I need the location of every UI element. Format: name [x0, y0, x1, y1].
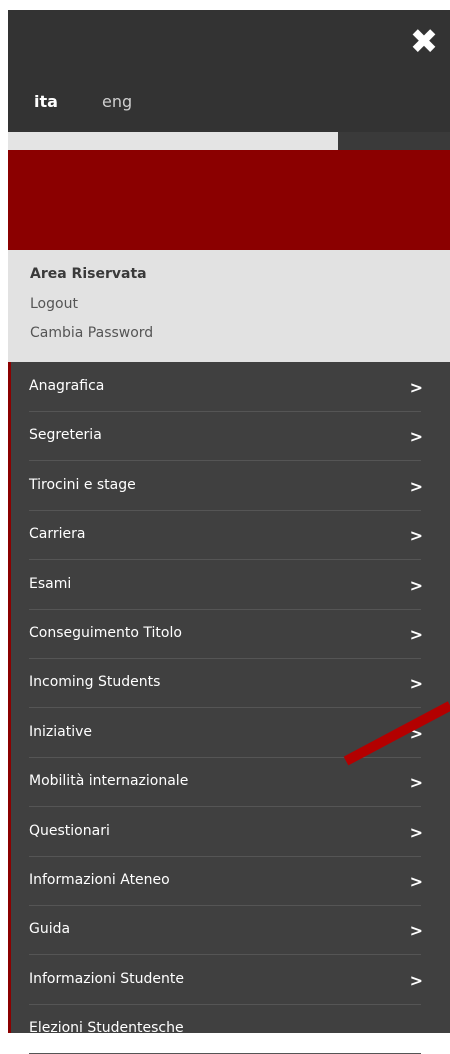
chevron-right-icon: > — [409, 476, 423, 496]
menu-item[interactable]: Esami > — [29, 560, 423, 610]
logout-link[interactable]: Logout — [30, 296, 78, 312]
menu-item-label: Carriera — [29, 526, 86, 543]
menu-item[interactable]: Guida > — [29, 905, 423, 956]
menu-item-label: Incoming Students — [29, 674, 161, 691]
chevron-right-icon: > — [409, 970, 423, 990]
chevron-right-icon: > — [409, 872, 423, 891]
main-menu: Anagrafica > Segreteria > Tirocini e stage > C… — [8, 362, 450, 1054]
menu-item[interactable]: Elezioni Studentesche — [29, 1004, 421, 1054]
menu-item[interactable]: Informazioni Studente > — [29, 955, 423, 1005]
chevron-right-icon: > — [409, 773, 423, 793]
menu-item[interactable]: Questionari > — [29, 807, 423, 857]
menu-item-label: Conseguimento Titolo — [29, 625, 182, 641]
chevron-right-icon: > — [409, 575, 423, 595]
menu-item[interactable]: Conseguimento Titolo > — [29, 609, 423, 659]
menu-item[interactable]: Informazioni Ateneo > — [29, 856, 423, 906]
reserved-area: Area Riservata Logout Cambia Password — [8, 250, 450, 362]
chevron-right-icon: > — [409, 427, 423, 447]
menu-item-label: Mobilità internazionale — [29, 773, 189, 790]
chevron-right-icon: > — [409, 822, 423, 842]
red-banner — [8, 150, 450, 250]
menu-item-label: Elezioni Studentesche — [29, 1020, 184, 1037]
close-icon[interactable]: ✖ — [408, 25, 440, 59]
language-ita[interactable]: ita — [34, 92, 58, 111]
language-eng[interactable]: eng — [102, 92, 132, 111]
menu-item[interactable]: Tirocini e stage > — [29, 461, 423, 511]
side-menu-panel: ✖ ita eng Area Riservata Logout Cambia P… — [8, 10, 450, 1054]
menu-item[interactable]: Mobilità internazionale > — [29, 757, 423, 808]
chevron-right-icon: > — [409, 674, 423, 694]
light-strip — [8, 132, 338, 150]
menu-header: ✖ ita eng — [8, 10, 450, 132]
menu-item[interactable]: Anagrafica > — [29, 362, 423, 412]
chevron-right-icon: > — [409, 378, 423, 397]
chevron-right-icon: > — [409, 526, 423, 546]
menu-item-label: Informazioni Ateneo — [29, 872, 170, 888]
menu-item-label: Anagrafica — [29, 378, 105, 394]
menu-item[interactable]: Carriera > — [29, 510, 423, 561]
menu-item-label: Esami — [29, 575, 72, 592]
menu-item-label: Iniziative — [29, 723, 92, 740]
menu-item[interactable]: Incoming Students > — [29, 658, 423, 709]
reserved-area-title: Area Riservata — [30, 266, 147, 282]
chevron-right-icon: > — [409, 921, 423, 941]
chevron-right-icon: > — [409, 625, 423, 644]
menu-item-label: Guida — [29, 921, 71, 938]
menu-item-label: Informazioni Studente — [29, 970, 184, 987]
change-password-link[interactable]: Cambia Password — [30, 325, 153, 341]
menu-item[interactable]: Segreteria > — [29, 411, 423, 462]
menu-item-label: Tirocini e stage — [29, 476, 136, 493]
menu-item-label: Segreteria — [29, 427, 102, 444]
menu-item-label: Questionari — [29, 822, 110, 839]
